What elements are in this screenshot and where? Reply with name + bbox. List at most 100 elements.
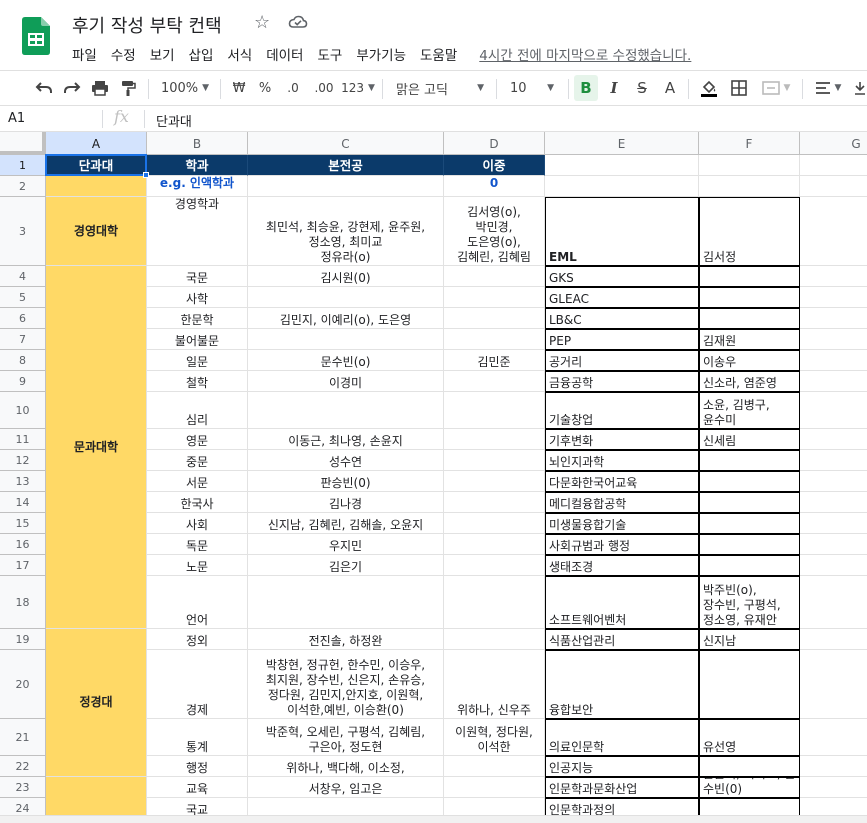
menu-edit[interactable]: 수정 — [111, 44, 136, 64]
cell-b22[interactable]: 행정 — [147, 756, 248, 777]
cell-e23[interactable]: 인문학과문화산업 — [545, 777, 699, 798]
font-size-select[interactable]: 10 ▼ — [502, 71, 562, 105]
star-icon[interactable]: ☆ — [254, 12, 270, 33]
cell-f6[interactable] — [699, 308, 800, 329]
column-header-a[interactable]: A — [46, 132, 147, 155]
cell-f23[interactable]: 손윤지, 최미교, 문수빈(0) — [699, 777, 800, 798]
cell-e18[interactable]: 소프트웨어벤처 — [545, 576, 699, 629]
menu-insert[interactable]: 삽입 — [189, 44, 214, 64]
zoom-select[interactable]: 100% ▼ — [156, 71, 214, 105]
cell-f5[interactable] — [699, 287, 800, 308]
menu-file[interactable]: 파일 — [72, 44, 97, 64]
row-header-14[interactable]: 14 — [0, 492, 46, 513]
cell-b10[interactable]: 심리 — [147, 392, 248, 429]
merge-cells-icon[interactable]: ▼ — [756, 71, 796, 105]
cell-f2[interactable] — [699, 176, 800, 197]
align-icon[interactable]: ▼ — [808, 71, 848, 105]
cell-e2[interactable] — [545, 176, 699, 197]
row-header-1[interactable]: 1 — [0, 155, 46, 176]
cell-d9[interactable] — [444, 371, 545, 392]
italic-button[interactable]: I — [602, 71, 626, 105]
cell-d4[interactable] — [444, 266, 545, 287]
cell-g1[interactable] — [800, 155, 867, 176]
cell-e1[interactable] — [545, 155, 699, 176]
cell-b19[interactable]: 정외 — [147, 629, 248, 650]
select-all-corner[interactable] — [0, 132, 46, 155]
cell-g16[interactable] — [800, 534, 867, 555]
cell-c3[interactable]: 최민석, 최승윤, 강현제, 윤주원, 정소영, 최미교 정유라(o) — [248, 197, 444, 266]
cell-g10[interactable] — [800, 392, 867, 429]
cell-g14[interactable] — [800, 492, 867, 513]
print-icon[interactable] — [86, 71, 114, 105]
cell-c11[interactable]: 이동근, 최나영, 손윤지 — [248, 429, 444, 450]
cell-g21[interactable] — [800, 719, 867, 756]
vertical-align-icon[interactable] — [852, 71, 867, 105]
cell-d17[interactable] — [444, 555, 545, 576]
cell-e6[interactable]: LB&C — [545, 308, 699, 329]
cell-g15[interactable] — [800, 513, 867, 534]
cell-f21[interactable]: 유선영 — [699, 719, 800, 756]
cell-b11[interactable]: 영문 — [147, 429, 248, 450]
cell-g12[interactable] — [800, 450, 867, 471]
cell-c22[interactable]: 위하나, 백다해, 이소정, — [248, 756, 444, 777]
cell-e21[interactable]: 의료인문학 — [545, 719, 699, 756]
cell-b15[interactable]: 사회 — [147, 513, 248, 534]
cell-d7[interactable] — [444, 329, 545, 350]
column-header-c[interactable]: C — [248, 132, 444, 155]
cell-g6[interactable] — [800, 308, 867, 329]
cell-d1[interactable]: 이중 — [444, 155, 545, 176]
cell-b1[interactable]: 학과 — [147, 155, 248, 176]
column-header-f[interactable]: F — [699, 132, 800, 155]
cell-a3[interactable]: 경영대학 — [46, 197, 147, 266]
cell-c12[interactable]: 성수연 — [248, 450, 444, 471]
cell-f7[interactable]: 김재원 — [699, 329, 800, 350]
cell-d10[interactable] — [444, 392, 545, 429]
cell-d18[interactable] — [444, 576, 545, 629]
paint-format-icon[interactable] — [114, 71, 142, 105]
cell-g23[interactable] — [800, 777, 867, 798]
cell-c19[interactable]: 전진솔, 하정완 — [248, 629, 444, 650]
last-edit-link[interactable]: 4시간 전에 마지막으로 수정했습니다. — [479, 44, 691, 64]
cell-b17[interactable]: 노문 — [147, 555, 248, 576]
cell-e17[interactable]: 생태조경 — [545, 555, 699, 576]
row-header-8[interactable]: 8 — [0, 350, 46, 371]
cell-f19[interactable]: 신지남 — [699, 629, 800, 650]
row-header-13[interactable]: 13 — [0, 471, 46, 492]
cell-e8[interactable]: 공거리 — [545, 350, 699, 371]
formula-input[interactable]: 단과대 — [156, 111, 192, 130]
cell-f13[interactable] — [699, 471, 800, 492]
cell-f1[interactable] — [699, 155, 800, 176]
increase-decimal-button[interactable]: .00 — [310, 71, 338, 105]
cell-a1[interactable]: 단과대 — [46, 155, 147, 176]
cell-b12[interactable]: 중문 — [147, 450, 248, 471]
cell-e14[interactable]: 메디컬융합공학 — [545, 492, 699, 513]
cell-g9[interactable] — [800, 371, 867, 392]
cell-f8[interactable]: 이송우 — [699, 350, 800, 371]
borders-icon[interactable] — [726, 71, 752, 105]
cell-c5[interactable] — [248, 287, 444, 308]
cell-b3[interactable]: 경영학과 — [147, 197, 248, 266]
cell-c7[interactable] — [248, 329, 444, 350]
cell-c20[interactable]: 박창현, 정규헌, 한수민, 이승우, 최지원, 장수빈, 신은지, 손유승, 정다… — [248, 650, 444, 719]
cell-e3[interactable]: EML — [545, 197, 699, 266]
cell-f22[interactable] — [699, 756, 800, 777]
font-family-select[interactable]: 맑은 고딕 ▼ — [390, 71, 490, 105]
cell-d19[interactable] — [444, 629, 545, 650]
cell-a-next[interactable] — [46, 777, 147, 819]
text-color-button[interactable]: A — [658, 71, 682, 105]
row-header-5[interactable]: 5 — [0, 287, 46, 308]
menu-help[interactable]: 도움말 — [420, 44, 457, 64]
cell-g11[interactable] — [800, 429, 867, 450]
cell-e20[interactable]: 융합보안 — [545, 650, 699, 719]
cell-b13[interactable]: 서문 — [147, 471, 248, 492]
row-header-23[interactable]: 23 — [0, 777, 46, 798]
cell-d8[interactable]: 김민준 — [444, 350, 545, 371]
cell-b5[interactable]: 사학 — [147, 287, 248, 308]
cell-e10[interactable]: 기술창업 — [545, 392, 699, 429]
menu-data[interactable]: 데이터 — [266, 44, 303, 64]
currency-format-button[interactable]: ₩ — [228, 71, 250, 105]
cell-c4[interactable]: 김시원(0) — [248, 266, 444, 287]
cell-g20[interactable] — [800, 650, 867, 719]
cell-c15[interactable]: 신지남, 김혜린, 김해솔, 오윤지 — [248, 513, 444, 534]
cell-d12[interactable] — [444, 450, 545, 471]
